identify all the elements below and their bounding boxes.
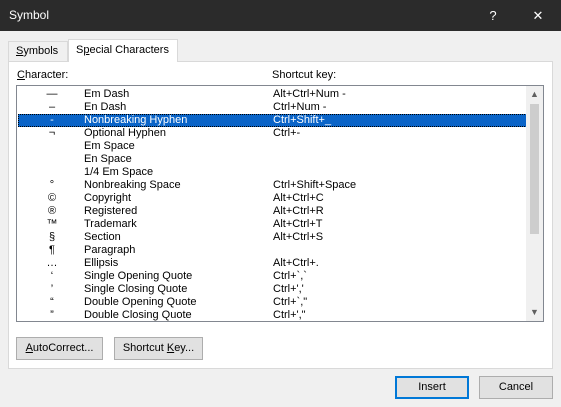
autocorrect-mnemonic: A <box>25 342 33 354</box>
list-item[interactable]: – En Dash Ctrl+Num - <box>18 101 527 114</box>
shortcut-key-rest: ey... <box>174 342 195 354</box>
scroll-thumb[interactable] <box>530 104 539 234</box>
character-name: En Space <box>84 153 132 165</box>
character-glyph: ¶ <box>49 244 55 256</box>
character-name: Nonbreaking Space <box>84 179 181 191</box>
list-item[interactable]: ° Nonbreaking Space Ctrl+Shift+Space <box>18 179 527 192</box>
character-shortcut: Ctrl+`,` <box>273 270 307 282</box>
character-shortcut: Alt+Ctrl+. <box>273 257 319 269</box>
character-header-rest: haracter: <box>24 69 69 81</box>
character-glyph: ° <box>49 179 55 191</box>
character-header-mnemonic: C <box>17 69 25 81</box>
character-name: Double Opening Quote <box>84 296 197 308</box>
character-name: En Dash <box>84 101 127 113</box>
character-shortcut: Ctrl+'," <box>273 309 306 321</box>
list-item[interactable]: § Section Alt+Ctrl+S <box>18 231 527 244</box>
character-shortcut: Alt+Ctrl+Num - <box>273 88 346 100</box>
character-glyph: “ <box>50 296 54 308</box>
window-title: Symbol <box>9 8 50 22</box>
character-glyph: — <box>46 88 58 100</box>
autocorrect-button[interactable]: AutoCorrect... <box>16 337 103 360</box>
insert-button[interactable]: Insert <box>395 376 469 399</box>
list-item[interactable]: ¶ Paragraph <box>18 244 527 257</box>
list-item[interactable]: ” Double Closing Quote Ctrl+'," <box>18 309 527 321</box>
close-icon[interactable]: ✕ <box>515 0 561 31</box>
character-shortcut: Ctrl+Num - <box>273 101 327 113</box>
character-glyph: … <box>46 257 58 269</box>
character-shortcut: Alt+Ctrl+T <box>273 218 323 230</box>
character-name: Registered <box>84 205 138 217</box>
scroll-up-icon[interactable]: ▲ <box>526 86 543 103</box>
character-glyph: © <box>47 192 57 204</box>
list-item[interactable]: ’ Single Closing Quote Ctrl+',' <box>18 283 527 296</box>
character-shortcut: Alt+Ctrl+S <box>273 231 324 243</box>
character-name: Em Space <box>84 140 135 152</box>
character-glyph: ® <box>47 205 57 217</box>
character-name: Optional Hyphen <box>84 127 166 139</box>
cancel-button[interactable]: Cancel <box>479 376 553 399</box>
character-shortcut: Ctrl+- <box>273 127 301 139</box>
character-glyph: ‘ <box>50 270 54 282</box>
character-name: Single Closing Quote <box>84 283 188 295</box>
list-item[interactable]: … Ellipsis Alt+Ctrl+. <box>18 257 527 270</box>
list-item[interactable]: ¬ Optional Hyphen Ctrl+- <box>18 127 527 140</box>
character-shortcut: Alt+Ctrl+R <box>273 205 324 217</box>
shortcut-column-header: Shortcut key: <box>272 69 337 81</box>
list-item[interactable]: ® Registered Alt+Ctrl+R <box>18 205 527 218</box>
list-item[interactable]: En Space <box>18 153 527 166</box>
character-shortcut: Alt+Ctrl+C <box>273 192 324 204</box>
character-name: Section <box>84 231 121 243</box>
character-name: Single Opening Quote <box>84 270 193 282</box>
character-glyph: ’ <box>50 283 54 295</box>
list-item[interactable]: ‘ Single Opening Quote Ctrl+`,` <box>18 270 527 283</box>
tab-label-rest: ecial Characters <box>89 44 169 56</box>
scroll-down-icon[interactable]: ▼ <box>526 304 543 321</box>
character-glyph: ” <box>50 309 54 321</box>
character-name: 1/4 Em Space <box>84 166 154 178</box>
character-name: Trademark <box>84 218 137 230</box>
character-glyph: § <box>48 231 56 243</box>
character-name: Em Dash <box>84 88 130 100</box>
shortcut-key-button[interactable]: Shortcut Key... <box>114 337 203 360</box>
list-item[interactable]: ™ Trademark Alt+Ctrl+T <box>18 218 527 231</box>
list-item[interactable]: © Copyright Alt+Ctrl+C <box>18 192 527 205</box>
character-shortcut: Ctrl+',' <box>273 283 304 295</box>
character-glyph: – <box>48 101 56 113</box>
title-bar: Symbol ? ✕ <box>0 0 561 31</box>
help-button[interactable]: ? <box>470 0 516 31</box>
character-glyph: - <box>50 114 54 126</box>
character-column-header: Character: <box>17 69 68 81</box>
character-shortcut: Ctrl+Shift+Space <box>273 179 357 191</box>
character-name: Copyright <box>84 192 132 204</box>
character-shortcut: Ctrl+Shift+_ <box>273 114 332 126</box>
character-glyph: ¬ <box>48 127 56 139</box>
vertical-scrollbar[interactable]: ▲ ▼ <box>526 86 543 321</box>
character-shortcut: Ctrl+`," <box>273 296 308 308</box>
character-name: Ellipsis <box>84 257 119 269</box>
list-item[interactable]: Em Space <box>18 140 527 153</box>
list-item[interactable]: — Em Dash Alt+Ctrl+Num - <box>18 88 527 101</box>
character-glyph: ™ <box>46 218 58 230</box>
list-item[interactable]: 1/4 Em Space <box>18 166 527 179</box>
list-item[interactable]: “ Double Opening Quote Ctrl+`," <box>18 296 527 309</box>
list-item[interactable]: - Nonbreaking Hyphen Ctrl+Shift+_ <box>18 114 527 127</box>
character-name: Paragraph <box>84 244 136 256</box>
character-name: Double Closing Quote <box>84 309 192 321</box>
tab-label-rest: ymbols <box>23 45 59 57</box>
tab-symbols[interactable]: Symbols <box>8 41 68 61</box>
tab-special-characters[interactable]: Special Characters <box>68 39 178 62</box>
special-characters-list[interactable]: — Em Dash Alt+Ctrl+Num - – En Dash Ctrl+Num -… <box>16 85 544 322</box>
autocorrect-label: utoCorrect... <box>32 342 94 354</box>
character-name: Nonbreaking Hyphen <box>84 114 188 126</box>
shortcut-key-prefix: Shortcut <box>122 342 167 354</box>
